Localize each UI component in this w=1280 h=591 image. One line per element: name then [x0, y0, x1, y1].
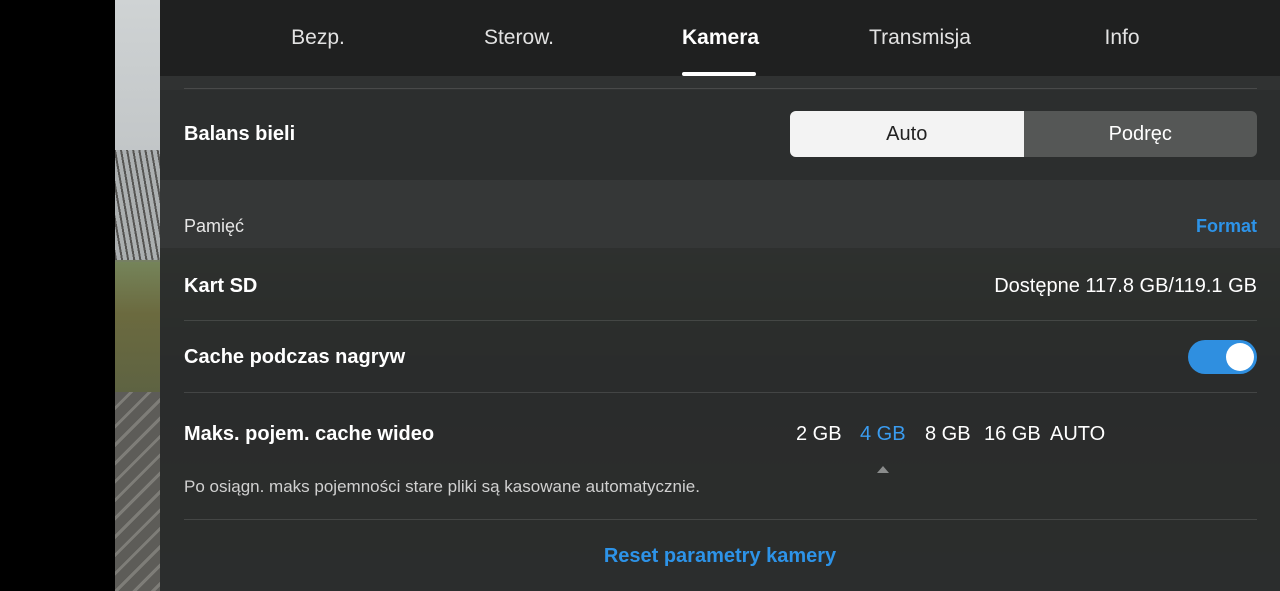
toggle-knob — [1226, 343, 1254, 371]
cache-size-option-8gb[interactable]: 8 GB — [925, 423, 971, 446]
tab-label: Bezp. — [291, 26, 345, 49]
cache-size-option-auto[interactable]: AUTO — [1050, 423, 1105, 446]
cache-size-hint: Po osiągn. maks pojemności stare pliki s… — [184, 477, 700, 496]
tab-label: Transmisja — [869, 26, 971, 49]
active-tab-underline — [682, 72, 756, 76]
tab-bezp[interactable]: Bezp. — [284, 26, 352, 76]
left-black-strip — [0, 0, 115, 591]
feed-paving — [115, 392, 160, 591]
selected-option-caret-icon — [877, 466, 889, 473]
tab-info[interactable]: Info — [1100, 26, 1144, 76]
tab-transmisja[interactable]: Transmisja — [867, 26, 973, 76]
format-button[interactable]: Format — [1196, 216, 1257, 237]
divider — [184, 320, 1257, 321]
settings-tabs: Bezp. Sterow. Kamera Transmisja Info — [160, 0, 1280, 76]
white-balance-label: Balans bieli — [184, 123, 296, 145]
cache-recording-toggle[interactable] — [1188, 340, 1257, 374]
tab-label: Sterow. — [483, 26, 555, 49]
white-balance-manual-option[interactable]: Podręc — [1024, 111, 1258, 157]
memory-section-label: Pamięć — [184, 216, 245, 236]
sd-card-capacity: Dostępne 117.8 GB/119.1 GB — [994, 275, 1257, 297]
tab-label: Info — [1104, 26, 1140, 49]
white-balance-selector: Auto Podręc — [790, 111, 1257, 157]
cache-recording-label: Cache podczas nagryw — [184, 346, 406, 368]
memory-section-header — [160, 180, 1280, 248]
divider — [184, 88, 1257, 89]
cache-size-label: Maks. pojem. cache wideo — [184, 423, 435, 445]
tab-kamera[interactable]: Kamera — [682, 26, 760, 76]
white-balance-auto-option[interactable]: Auto — [790, 111, 1024, 157]
sd-card-label: Kart SD — [184, 275, 258, 297]
camera-settings-panel: Bezp. Sterow. Kamera Transmisja Info Bal… — [160, 0, 1280, 591]
divider — [184, 392, 1257, 393]
feed-tree — [115, 150, 160, 260]
cache-size-option-2gb[interactable]: 2 GB — [796, 423, 842, 446]
tab-label: Kamera — [682, 26, 760, 49]
reset-camera-params-button[interactable]: Reset parametry kamery — [160, 545, 1280, 568]
divider — [184, 519, 1257, 520]
cache-size-option-16gb[interactable]: 16 GB — [984, 423, 1041, 446]
tab-sterow[interactable]: Sterow. — [482, 26, 556, 76]
cache-size-option-4gb[interactable]: 4 GB — [860, 423, 906, 446]
feed-grass — [115, 262, 160, 392]
